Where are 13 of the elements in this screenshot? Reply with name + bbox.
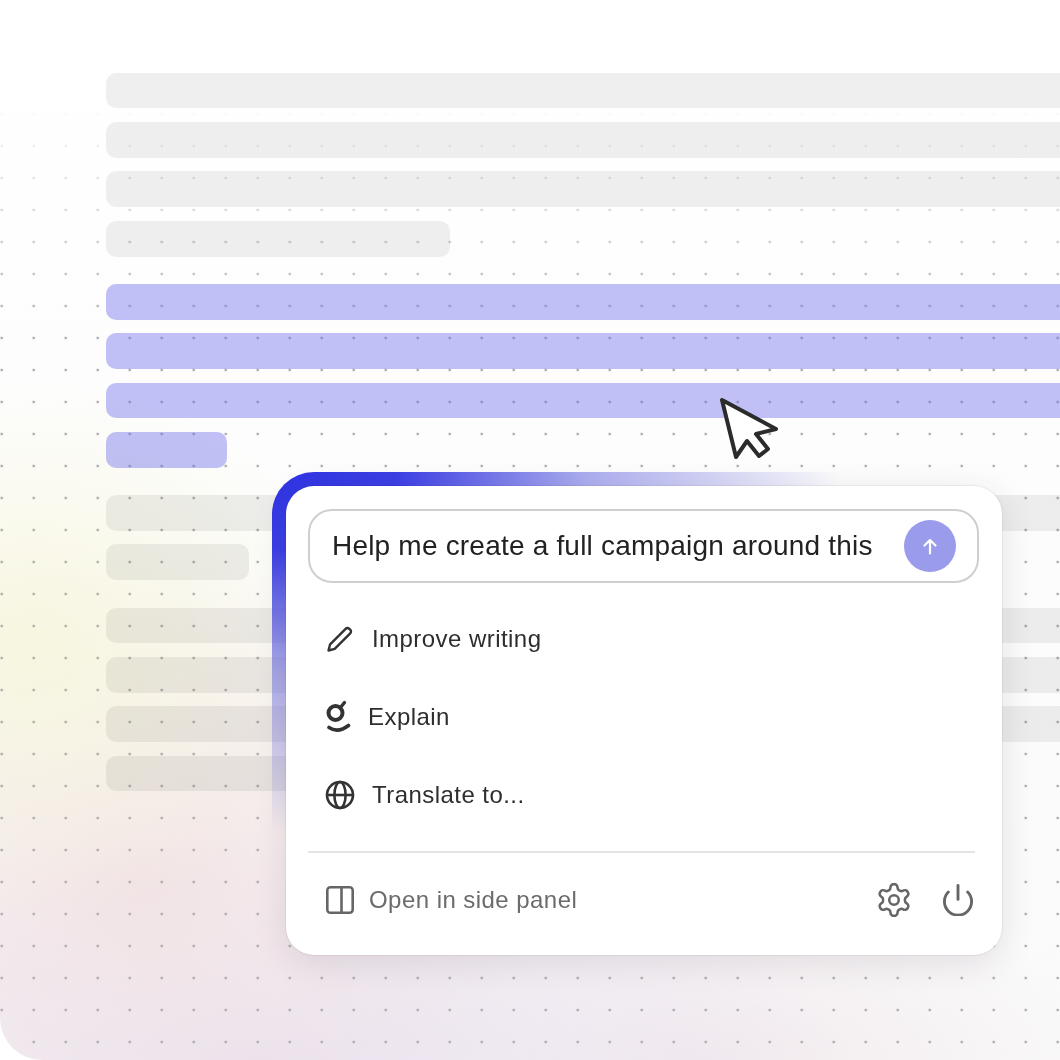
ring-swoosh-icon bbox=[325, 700, 351, 734]
side-panel-link[interactable]: Open in side panel bbox=[308, 882, 578, 918]
menu-item[interactable]: Explain bbox=[308, 678, 979, 756]
menu-item[interactable]: Translate to... bbox=[308, 756, 979, 834]
side-panel-icon bbox=[326, 886, 354, 914]
cursor-icon bbox=[718, 396, 780, 462]
menu-item[interactable]: Improve writing bbox=[308, 600, 979, 678]
globe-icon bbox=[325, 780, 355, 810]
power-icon[interactable] bbox=[943, 884, 973, 916]
arrow-up-icon bbox=[922, 537, 938, 555]
pencil-icon bbox=[325, 624, 355, 654]
prompt-field[interactable]: Help me create a full campaign around this bbox=[308, 509, 979, 583]
settings-icon[interactable] bbox=[878, 883, 910, 917]
